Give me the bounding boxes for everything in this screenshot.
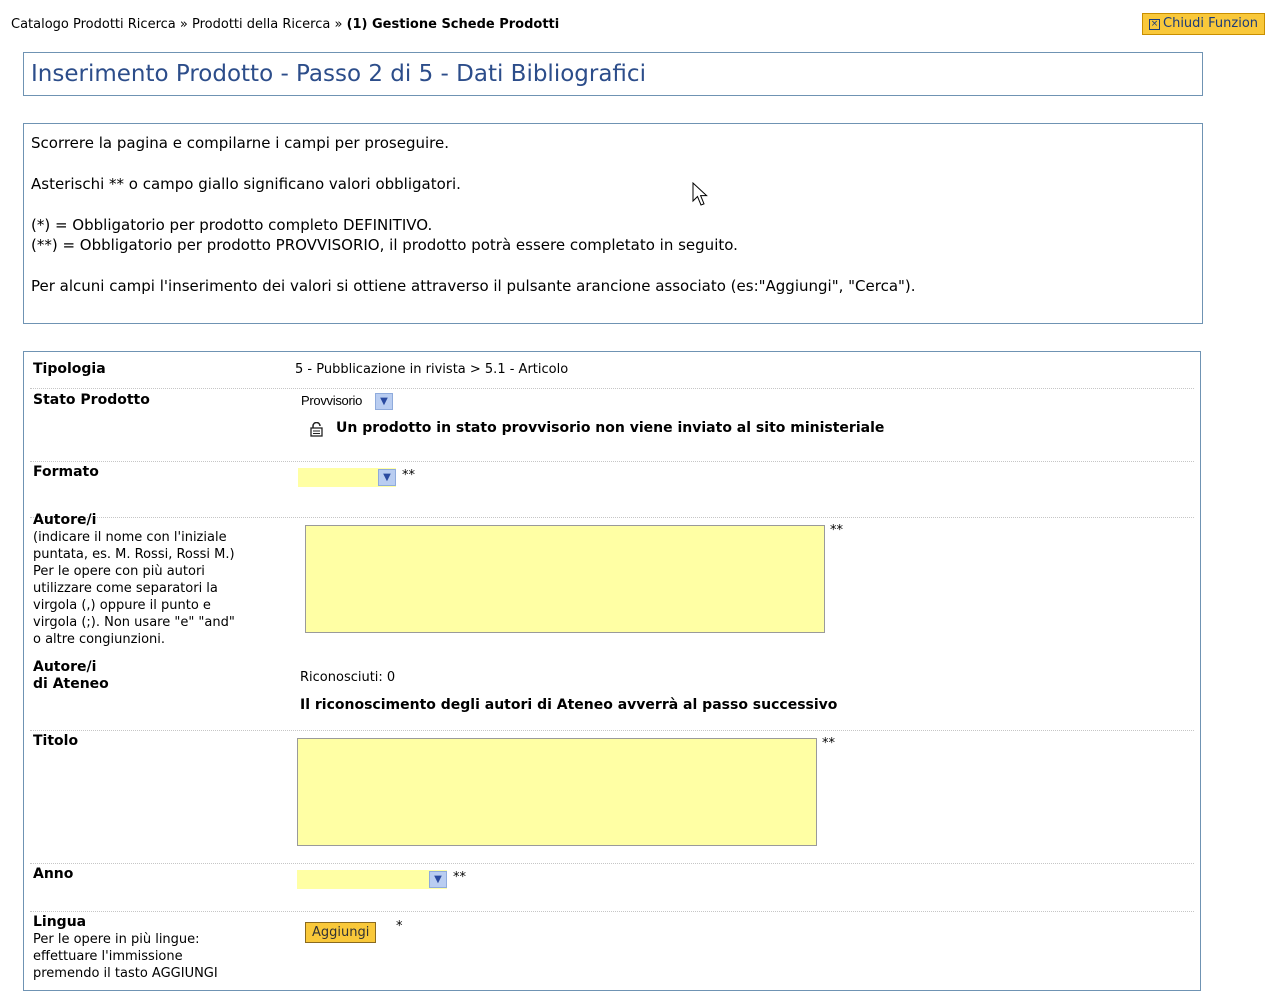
autori-help: virgola (,) oppure il punto e [33, 598, 211, 613]
autori-help: o altre congiunzioni. [33, 632, 166, 647]
chevron-down-icon[interactable]: ▼ [378, 469, 396, 486]
lingua-required-marker: * [396, 919, 403, 934]
aggiungi-lingua-button[interactable]: Aggiungi [305, 922, 377, 943]
instructions-box: Scorrere la pagina e compilarne i campi … [23, 123, 1203, 324]
lingua-label: Lingua [33, 914, 87, 930]
autori-help: (indicare il nome con l'iniziale [33, 530, 227, 545]
chevron-down-icon[interactable]: ▼ [429, 871, 447, 888]
stato-provvisorio-notice: Un prodotto in stato provvisorio non vie… [336, 420, 885, 436]
instruction-provvisorio: (**) = Obbligatorio per prodotto PROVVIS… [31, 236, 738, 254]
breadcrumb-current: (1) Gestione Schede Prodotti [346, 17, 560, 32]
breadcrumb-separator: » [179, 17, 188, 32]
lock-icon [310, 422, 323, 437]
lingua-help: effettuare l'immissione [33, 949, 183, 964]
anno-required-marker: ** [453, 870, 466, 885]
autori-label: Autore/i [33, 512, 97, 528]
anno-label: Anno [33, 866, 74, 882]
close-function-label: Chiudi Funzion [1163, 16, 1259, 31]
stato-prodotto-select[interactable]: Provvisorio ▼ [299, 392, 395, 411]
instruction-orange-button: Per alcuni campi l'inserimento dei valor… [31, 277, 916, 295]
breadcrumb-item-prodotti[interactable]: Prodotti della Ricerca [192, 17, 330, 32]
breadcrumb-separator: » [334, 17, 343, 32]
anno-select[interactable]: ▼ [297, 870, 447, 889]
autori-riconosciuti: Riconosciuti: 0 [300, 670, 396, 685]
autori-help: utilizzare come separatori la [33, 581, 218, 596]
autori-help: puntata, es. M. Rossi, Rossi M.) [33, 547, 235, 562]
autori-ateneo-notice: Il riconoscimento degli autori di Ateneo… [300, 697, 838, 713]
autori-help: virgola (;). Non usare "e" "and" [33, 615, 235, 630]
close-icon: × [1149, 19, 1160, 30]
page-title: Inserimento Prodotto - Passo 2 di 5 - Da… [31, 61, 646, 87]
instruction-asterisks: Asterischi ** o campo giallo significano… [31, 175, 461, 193]
chevron-down-icon[interactable]: ▼ [375, 393, 393, 410]
product-form: Tipologia 5 - Pubblicazione in rivista >… [23, 351, 1201, 991]
lingua-label-block: Lingua Per le opere in più lingue: effet… [33, 914, 218, 982]
formato-select[interactable]: ▼ [298, 468, 396, 487]
autori-ateneo-label: Autore/i di Ateneo [33, 659, 109, 693]
breadcrumb-item-catalogo[interactable]: Catalogo Prodotti Ricerca [11, 17, 176, 32]
titolo-label: Titolo [33, 733, 79, 749]
instruction-scroll: Scorrere la pagina e compilarne i campi … [31, 134, 449, 152]
page-title-box: Inserimento Prodotto - Passo 2 di 5 - Da… [23, 52, 1203, 96]
stato-prodotto-selected: Provvisorio [301, 393, 362, 408]
close-function-button[interactable]: × Chiudi Funzion [1142, 13, 1266, 35]
autori-textarea[interactable] [305, 525, 825, 633]
stato-prodotto-label: Stato Prodotto [33, 392, 150, 408]
autori-label-block: Autore/i (indicare il nome con l'inizial… [33, 512, 235, 648]
tipologia-label: Tipologia [33, 361, 106, 377]
autori-required-marker: ** [830, 523, 843, 538]
autori-ateneo-label-line1: Autore/i [33, 659, 97, 675]
tipologia-value: 5 - Pubblicazione in rivista > 5.1 - Art… [295, 362, 569, 377]
autori-ateneo-label-line2: di Ateneo [33, 676, 109, 692]
autori-help: Per le opere con più autori [33, 564, 205, 579]
lingua-help: Per le opere in più lingue: [33, 932, 200, 947]
titolo-textarea[interactable] [297, 738, 817, 846]
mouse-cursor-icon [692, 182, 708, 206]
instruction-definitivo: (*) = Obbligatorio per prodotto completo… [31, 216, 433, 234]
breadcrumb: Catalogo Prodotti Ricerca » Prodotti del… [11, 17, 559, 32]
formato-label: Formato [33, 464, 99, 480]
formato-required-marker: ** [402, 468, 415, 483]
titolo-required-marker: ** [822, 736, 835, 751]
